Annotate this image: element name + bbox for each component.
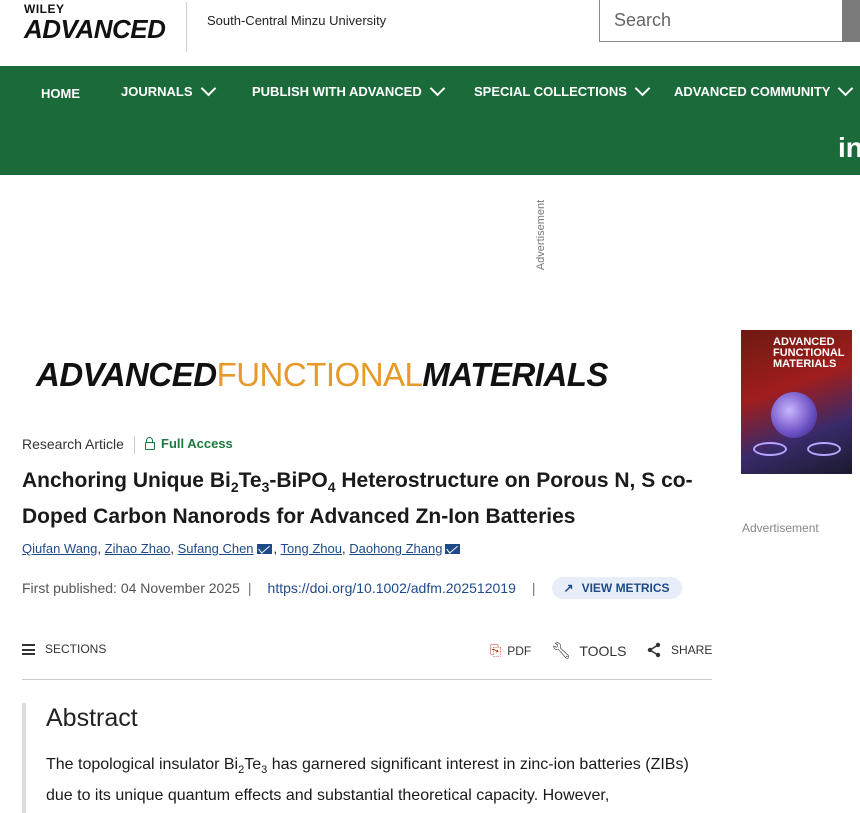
nav-label: HOME bbox=[41, 86, 80, 101]
sections-label: SECTIONS bbox=[45, 642, 107, 656]
nav-item-special-collections[interactable]: SPECIAL COLLECTIONS bbox=[474, 80, 651, 99]
journal-name-materials: MATERIALS bbox=[422, 356, 608, 393]
author-link[interactable]: Sufang Chen bbox=[178, 541, 254, 556]
author-link[interactable]: Zihao Zhao bbox=[105, 541, 171, 556]
site-header: WILEY ADVANCED South-Central Minzu Unive… bbox=[0, 0, 860, 66]
journal-name-advanced: ADVANCED bbox=[36, 356, 217, 393]
abstract-part: The topological insulator Bi bbox=[46, 756, 239, 773]
nav-label: ADVANCED COMMUNITY bbox=[674, 84, 831, 99]
pdf-icon: ⎘ bbox=[490, 642, 502, 658]
chevron-down-icon bbox=[634, 80, 651, 97]
toolbar-divider bbox=[22, 679, 712, 680]
trend-up-icon: ↗ bbox=[563, 581, 574, 595]
author-list: Qiufan Wang, Zihao Zhao, Sufang Chen, To… bbox=[22, 541, 462, 556]
email-icon[interactable] bbox=[445, 544, 461, 554]
advertisement-label: Advertisement bbox=[535, 199, 548, 271]
search-placeholder: Search bbox=[614, 10, 672, 30]
article-title: Anchoring Unique Bi2Te3-BiPO4 Heterostru… bbox=[22, 466, 722, 532]
tools-label: TOOLS bbox=[579, 643, 627, 659]
nav-item-home[interactable]: HOME bbox=[41, 86, 80, 101]
abstract-text: The topological insulator Bi2Te3 has gar… bbox=[46, 752, 706, 808]
author-link[interactable]: Daohong Zhang bbox=[349, 541, 442, 556]
wrench-icon: 🔧︎ bbox=[551, 643, 572, 660]
article-type: Research Article bbox=[22, 436, 124, 452]
institution-name: South-Central Minzu University bbox=[207, 13, 387, 28]
divider bbox=[134, 436, 135, 454]
linkedin-icon[interactable]: in bbox=[838, 132, 860, 164]
access-label: Full Access bbox=[161, 436, 233, 451]
view-metrics-label: VIEW METRICS bbox=[581, 581, 670, 595]
first-published-date: 04 November 2025 bbox=[120, 580, 240, 596]
tools-button[interactable]: 🔧︎ TOOLS bbox=[551, 641, 627, 661]
title-part: -BiPO bbox=[269, 469, 328, 492]
sections-button[interactable]: SECTIONS bbox=[22, 642, 106, 656]
chevron-down-icon bbox=[429, 80, 445, 97]
divider: | bbox=[247, 580, 252, 596]
title-part: Te bbox=[238, 469, 262, 492]
advertisement-slot: Advertisement bbox=[535, 197, 556, 279]
lock-icon bbox=[145, 436, 155, 450]
access-badge: Full Access bbox=[145, 436, 233, 451]
share-label: SHARE bbox=[671, 643, 713, 657]
cover-artwork-ring bbox=[807, 442, 841, 456]
search-input[interactable]: Search bbox=[599, 0, 843, 42]
nav-label: SPECIAL COLLECTIONS bbox=[474, 84, 627, 99]
title-subscript: 2 bbox=[230, 479, 239, 496]
share-icon bbox=[647, 642, 661, 658]
title-subscript: 4 bbox=[327, 479, 336, 496]
cover-artwork bbox=[771, 392, 817, 438]
cover-artwork-ring bbox=[753, 442, 787, 456]
side-advertisement-label: Advertisement bbox=[742, 521, 819, 535]
first-published-label: First published: bbox=[22, 580, 117, 596]
cover-title: ADVANCED FUNCTIONAL MATERIALS bbox=[773, 336, 845, 370]
nav-label: PUBLISH WITH ADVANCED bbox=[252, 84, 422, 99]
nav-item-advanced-community[interactable]: ADVANCED COMMUNITY bbox=[674, 80, 854, 99]
journal-cover-image[interactable]: ADVANCED FUNCTIONAL MATERIALS bbox=[741, 330, 852, 474]
chevron-down-icon bbox=[838, 80, 854, 97]
wiley-advanced-logo[interactable]: WILEY ADVANCED bbox=[24, 2, 187, 52]
abstract-part: Te bbox=[244, 756, 262, 773]
divider: | bbox=[531, 580, 536, 596]
pdf-button[interactable]: ⎘ PDF bbox=[490, 642, 531, 659]
journal-name-functional: FUNCTIONAL bbox=[216, 356, 423, 393]
publication-info: First published: 04 November 2025 | http… bbox=[22, 577, 682, 599]
nav-item-publish[interactable]: PUBLISH WITH ADVANCED bbox=[252, 80, 445, 99]
journal-banner[interactable]: ADVANCEDFUNCTIONALMATERIALS bbox=[36, 356, 608, 394]
nav-item-journals[interactable]: JOURNALS bbox=[121, 80, 216, 99]
chevron-down-icon bbox=[200, 80, 216, 97]
doi-link[interactable]: https://doi.org/10.1002/adfm.202512019 bbox=[268, 580, 516, 596]
article-toolbar: SECTIONS ⎘ PDF 🔧︎ TOOLS SHARE bbox=[22, 641, 712, 663]
pdf-label: PDF bbox=[507, 643, 532, 658]
nav-label: JOURNALS bbox=[121, 84, 193, 99]
share-button[interactable]: SHARE bbox=[647, 642, 712, 658]
title-part: Anchoring Unique Bi bbox=[22, 469, 231, 492]
menu-icon bbox=[22, 643, 35, 655]
view-metrics-button[interactable]: ↗ VIEW METRICS bbox=[551, 577, 682, 599]
search-button[interactable] bbox=[842, 0, 860, 42]
author-link[interactable]: Tong Zhou bbox=[281, 541, 342, 556]
email-icon[interactable] bbox=[256, 544, 272, 554]
main-navigation: HOME JOURNALS PUBLISH WITH ADVANCED SPEC… bbox=[0, 66, 860, 175]
logo-advanced-text: ADVANCED bbox=[24, 14, 166, 44]
author-link[interactable]: Qiufan Wang bbox=[22, 541, 97, 556]
abstract-heading: Abstract bbox=[46, 704, 138, 732]
abstract-accent-bar bbox=[22, 703, 26, 813]
